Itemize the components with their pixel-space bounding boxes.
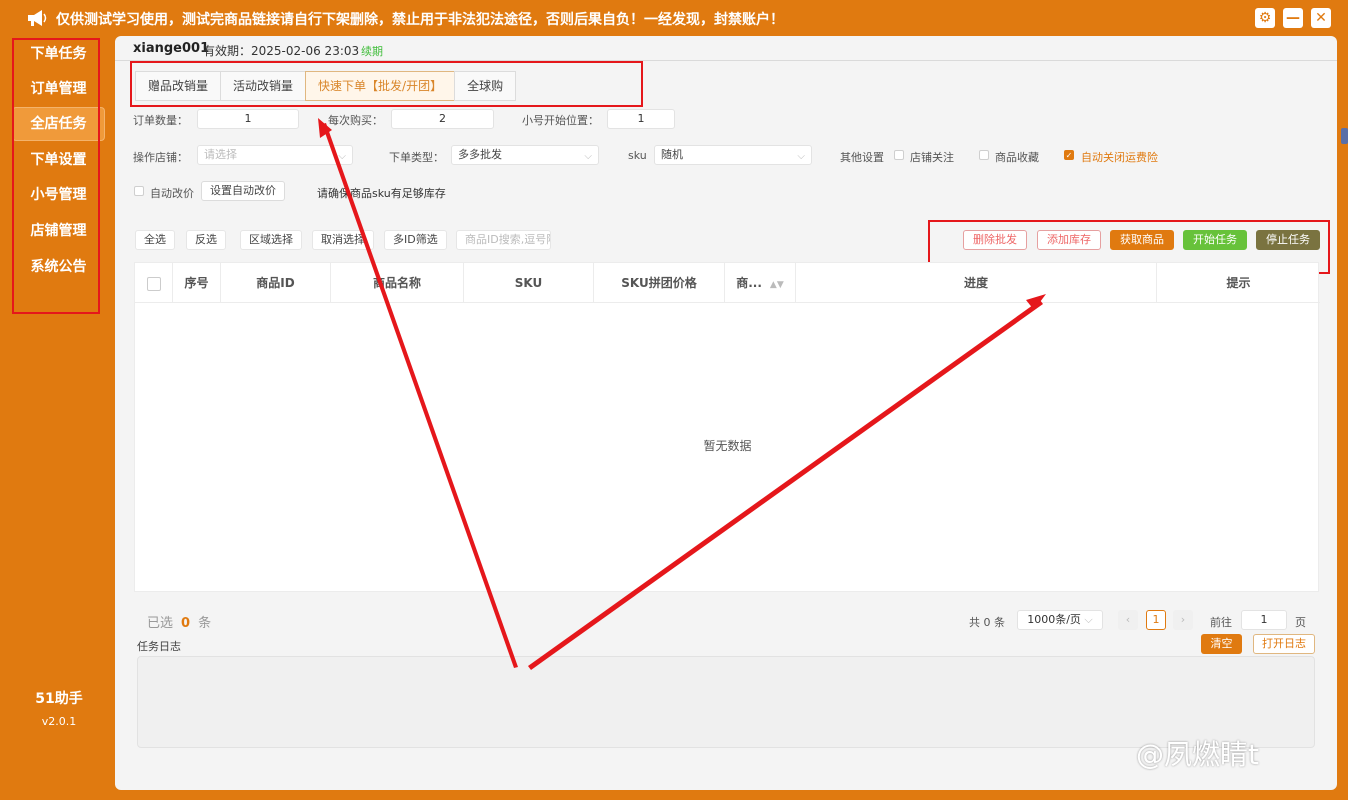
chevron-down-icon: ⌵: [1084, 613, 1093, 626]
sidebar-item-order-task[interactable]: 下单任务: [12, 37, 105, 71]
auto-close-label: 自动关闭运费险: [1081, 151, 1158, 164]
col-sku: SKU: [464, 263, 594, 303]
start-task-button[interactable]: 开始任务: [1183, 230, 1247, 250]
invert-select-button[interactable]: 反选: [186, 230, 226, 250]
delete-batch-button[interactable]: 删除批发: [963, 230, 1027, 250]
total-count: 共 0 条: [969, 616, 1005, 629]
follow-checkbox[interactable]: [894, 150, 904, 160]
select-all-button[interactable]: 全选: [135, 230, 175, 250]
col-goods-name: 商品名称: [331, 263, 464, 303]
col-tips: 提示: [1226, 276, 1251, 290]
main-panel: xiange001 有效期：2025-02-06 23:03 续期 赠品改销量 …: [115, 36, 1337, 790]
tab-global-buy[interactable]: 全球购: [454, 71, 517, 101]
store-select-placeholder: 请选择: [204, 148, 237, 161]
order-qty-input[interactable]: 1: [197, 109, 299, 129]
brand-name: 51助手: [35, 691, 83, 707]
auto-price-label: 自动改价: [150, 187, 194, 200]
col-progress: 进度: [796, 263, 1157, 303]
title-bar: 仅供测试学习使用，测试完商品链接请自行下架删除，禁止用于非法犯法途径，否则后果自…: [0, 0, 1348, 36]
megaphone-icon: [28, 10, 47, 26]
store-select[interactable]: 请选择 ⌵: [197, 145, 353, 165]
username: xiange001: [133, 41, 210, 56]
sidebar-item-order-settings[interactable]: 下单设置: [12, 143, 105, 177]
col-goods-more[interactable]: 商... ▲▼: [725, 263, 796, 303]
start-pos-label: 小号开始位置：: [522, 114, 599, 127]
tab-activity-sales[interactable]: 活动改销量: [220, 71, 307, 101]
empty-text: 暂无数据: [703, 439, 752, 453]
task-log-label: 任务日志: [137, 640, 181, 653]
goto-label: 前往: [1210, 616, 1232, 629]
chevron-down-icon: ⌵: [584, 151, 592, 162]
prev-page-icon[interactable]: ‹: [1118, 610, 1138, 630]
minimize-icon[interactable]: —: [1283, 8, 1303, 28]
cancel-select-button[interactable]: 取消选择: [312, 230, 374, 250]
renew-link[interactable]: 续期: [361, 43, 383, 59]
table-header: 序号 商品ID 商品名称 SKU SKU拼团价格 商... ▲▼ 进度 提示: [135, 263, 1320, 303]
close-icon[interactable]: ✕: [1311, 8, 1331, 28]
sidebar-item-store-task[interactable]: 全店任务: [12, 107, 105, 141]
store-label: 操作店铺：: [133, 151, 188, 164]
sku-label: sku: [628, 149, 647, 162]
selected-prefix: 已选: [147, 616, 174, 631]
sort-icon[interactable]: ▲▼: [770, 280, 784, 290]
order-type-label: 下单类型：: [389, 151, 444, 164]
chevron-down-icon: ⌵: [338, 151, 346, 162]
col-index: 序号: [173, 263, 221, 303]
favorite-checkbox[interactable]: [979, 150, 989, 160]
sidebar-item-account-manage[interactable]: 小号管理: [12, 178, 105, 212]
page-size-select[interactable]: 1000条/页 ⌵: [1017, 610, 1103, 630]
expire-date: 有效期：2025-02-06 23:03: [203, 44, 360, 58]
chevron-down-icon: ⌵: [797, 151, 805, 162]
sidebar-item-order-manage[interactable]: 订单管理: [12, 72, 105, 106]
other-settings-label: 其他设置: [840, 151, 884, 164]
goto-page-input[interactable]: 1: [1241, 610, 1287, 630]
notice-text: 仅供测试学习使用，测试完商品链接请自行下架删除，禁止用于非法犯法途径，否则后果自…: [56, 12, 784, 28]
col-sku-price: SKU拼团价格: [594, 263, 725, 303]
next-page-icon[interactable]: ›: [1173, 610, 1193, 630]
tab-gift-sales[interactable]: 赠品改销量: [135, 71, 222, 101]
version-label: v2.0.1: [41, 715, 77, 728]
selected-info: 已选 0 条: [147, 612, 211, 631]
auto-close-checkbox[interactable]: ✓: [1064, 150, 1074, 160]
watermark: @夙燃睛t: [1136, 738, 1259, 771]
add-stock-button[interactable]: 添加库存: [1037, 230, 1101, 250]
per-buy-input[interactable]: 2: [391, 109, 494, 129]
sku-value: 随机: [661, 148, 683, 161]
id-search-input[interactable]: 商品ID搜索,逗号隔: [456, 230, 551, 250]
page-suffix: 页: [1295, 616, 1306, 629]
order-type-select[interactable]: 多多批发 ⌵: [451, 145, 599, 165]
col-goods-id: 商品ID: [221, 263, 331, 303]
clear-log-button[interactable]: 清空: [1201, 634, 1242, 654]
follow-label: 店铺关注: [910, 151, 954, 164]
auto-price-checkbox[interactable]: [134, 186, 144, 196]
tab-bar: 赠品改销量 活动改销量 快速下单【批发/开团】 全球购: [135, 71, 517, 101]
goods-table: 序号 商品ID 商品名称 SKU SKU拼团价格 商... ▲▼ 进度 提示 暂无…: [134, 262, 1320, 592]
scrollbar-handle[interactable]: [1341, 128, 1348, 144]
gear-icon[interactable]: ⚙: [1255, 8, 1275, 28]
header-checkbox[interactable]: [135, 263, 173, 303]
fetch-goods-button[interactable]: 获取商品: [1110, 230, 1174, 250]
range-select-button[interactable]: 区域选择: [240, 230, 302, 250]
stop-task-button[interactable]: 停止任务: [1256, 230, 1320, 250]
sidebar-item-shop-manage[interactable]: 店铺管理: [12, 214, 105, 248]
multi-id-filter-button[interactable]: 多ID筛选: [384, 230, 447, 250]
selected-count: 0: [181, 616, 191, 631]
sidebar: 下单任务 订单管理 全店任务 下单设置 小号管理 店铺管理 系统公告 51助手 …: [0, 36, 112, 800]
tab-quick-order[interactable]: 快速下单【批发/开团】: [305, 71, 456, 101]
order-type-value: 多多批发: [458, 148, 502, 161]
sku-select[interactable]: 随机 ⌵: [654, 145, 812, 165]
sidebar-item-announcement[interactable]: 系统公告: [12, 250, 105, 284]
page-1-button[interactable]: 1: [1146, 610, 1166, 630]
col-goods-more-label: 商...: [736, 276, 762, 290]
favorite-label: 商品收藏: [995, 151, 1039, 164]
order-qty-label: 订单数量：: [133, 114, 188, 127]
page-size-value: 1000条/页: [1027, 613, 1081, 626]
start-pos-input[interactable]: 1: [607, 109, 675, 129]
divider: [115, 60, 1337, 61]
set-auto-price-button[interactable]: 设置自动改价: [201, 181, 285, 201]
open-log-button[interactable]: 打开日志: [1253, 634, 1315, 654]
selected-suffix: 条: [198, 616, 212, 631]
stock-tip: 请确保商品sku有足够库存: [317, 187, 446, 200]
per-buy-label: 每次购买：: [328, 114, 383, 127]
